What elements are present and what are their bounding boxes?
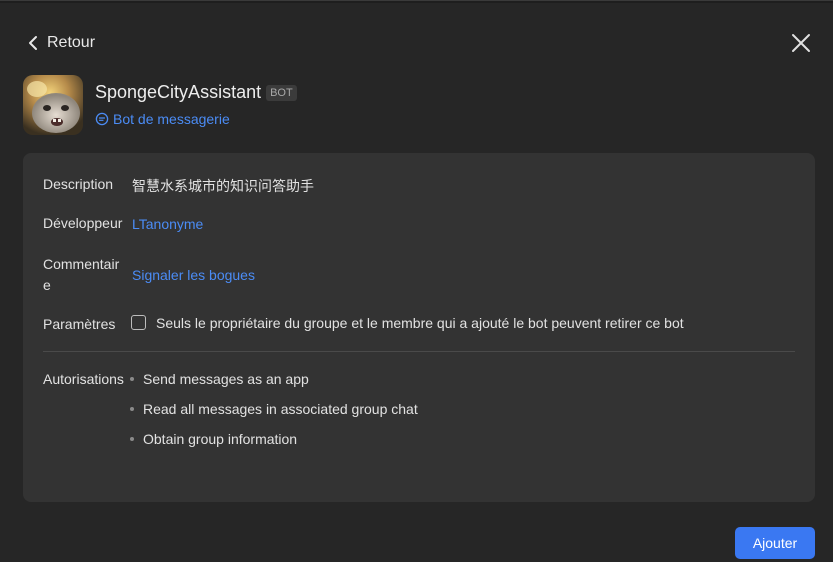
permission-text: Send messages as an app bbox=[143, 371, 309, 387]
settings-label: Paramètres bbox=[43, 316, 116, 332]
back-label: Retour bbox=[47, 34, 96, 51]
top-divider bbox=[0, 1, 833, 3]
bot-name: SpongeCityAssistant bbox=[95, 82, 262, 102]
settings-option-text: Seuls le propriétaire du groupe et le me… bbox=[156, 315, 684, 331]
message-bot-icon bbox=[95, 112, 109, 126]
permission-text: Obtain group information bbox=[143, 431, 298, 447]
details-card: Description 智慧水系城市的知识问答助手 Développeur LT… bbox=[23, 153, 815, 502]
close-icon[interactable] bbox=[790, 32, 812, 54]
comment-label-line1: Commentair bbox=[43, 256, 120, 272]
comment-label: Commentair e bbox=[43, 256, 119, 293]
developer-label: Développeur bbox=[43, 215, 123, 231]
description-value: 智慧水系城市的知识问答助手 bbox=[132, 178, 314, 194]
bot-type[interactable]: Bot de messagerie bbox=[95, 111, 230, 127]
bot-avatar bbox=[23, 75, 83, 135]
bullet-icon bbox=[130, 407, 134, 411]
chevron-left-icon bbox=[28, 32, 42, 54]
bullet-icon bbox=[130, 437, 134, 441]
permissions-label: Autorisations bbox=[43, 371, 124, 387]
comment-label-line2: e bbox=[43, 277, 51, 293]
bot-details-panel: Retour SpongeCityAssistant BOT Bot de me… bbox=[0, 0, 833, 562]
developer-link[interactable]: LTanonyme bbox=[132, 216, 203, 232]
bullet-icon bbox=[130, 377, 134, 381]
description-label: Description bbox=[43, 176, 114, 192]
report-bugs-link[interactable]: Signaler les bogues bbox=[132, 267, 255, 283]
permission-item: Send messages as an app bbox=[130, 371, 309, 387]
permission-text: Read all messages in associated group ch… bbox=[143, 401, 418, 417]
bot-type-label: Bot de messagerie bbox=[113, 111, 230, 127]
permission-item: Read all messages in associated group ch… bbox=[130, 401, 418, 417]
bot-name-row: SpongeCityAssistant BOT bbox=[95, 82, 297, 103]
back-button[interactable]: Retour bbox=[28, 32, 95, 54]
bot-header: SpongeCityAssistant BOT Bot de messageri… bbox=[23, 75, 523, 135]
section-divider bbox=[43, 351, 795, 352]
add-button[interactable]: Ajouter bbox=[735, 527, 815, 559]
permission-item: Obtain group information bbox=[130, 431, 297, 447]
settings-checkbox[interactable] bbox=[131, 315, 146, 330]
bot-badge: BOT bbox=[266, 84, 297, 101]
